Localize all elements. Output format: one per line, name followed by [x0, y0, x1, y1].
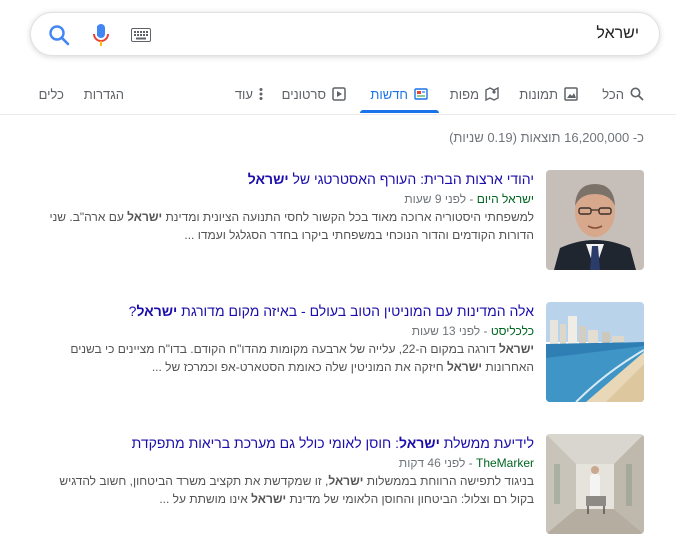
tab-maps[interactable]: מפות: [450, 84, 499, 104]
result-title[interactable]: לידיעת ממשלת ישראל: חוסן לאומי כולל גם מ…: [44, 434, 534, 452]
active-tab-indicator: [360, 110, 439, 113]
keyboard-icon[interactable]: [129, 23, 153, 47]
news-result: אלה המדינות עם המוניטין הטוב בעולם - באי…: [44, 302, 644, 412]
tab-label: תמונות: [519, 86, 558, 102]
result-source: ישראל היום - לפני 9 שעות: [404, 192, 534, 206]
result-thumbnail-hospital[interactable]: [546, 434, 644, 534]
tab-tools[interactable]: כלים: [39, 84, 64, 104]
tab-label: חדשות: [370, 86, 408, 102]
result-title[interactable]: יהודי ארצות הברית: העורף האסטרטגי של ישר…: [44, 170, 534, 188]
search-icon: [630, 87, 644, 101]
search-box[interactable]: ישראל: [30, 12, 660, 56]
result-source: TheMarker - לפני 46 דקות: [398, 456, 534, 470]
search-icon[interactable]: [47, 23, 71, 47]
tab-videos[interactable]: סרטונים: [282, 84, 346, 104]
tab-more[interactable]: עוד: [235, 84, 263, 104]
search-input[interactable]: ישראל: [596, 25, 639, 43]
tab-label: הגדרות: [83, 86, 124, 102]
tab-label: סרטונים: [281, 86, 326, 102]
image-icon: [564, 87, 578, 101]
tab-images[interactable]: תמונות: [519, 84, 578, 104]
tab-settings[interactable]: הגדרות: [84, 84, 124, 104]
news-result: לידיעת ממשלת ישראל: חוסן לאומי כולל גם מ…: [44, 434, 644, 544]
microphone-icon[interactable]: [89, 23, 113, 47]
tab-label: מפות: [449, 86, 479, 102]
more-icon: [259, 88, 263, 100]
result-source: כלכליסט - לפני 13 שעות: [411, 324, 534, 338]
result-thumbnail-beach[interactable]: [546, 302, 644, 402]
result-snippet: למשפחתי היסטוריה ארוכה מאוד בכל הקשור לח…: [49, 210, 534, 242]
result-snippet: ישראל דורגה במקום ה-22, עלייה של ארבעה מ…: [70, 342, 534, 374]
play-icon: [332, 87, 346, 101]
tab-label: הכל: [602, 86, 624, 102]
result-snippet: בניגוד לתפישה הרווחת בממשלות ישראל, זו ש…: [59, 474, 534, 506]
tab-label: כלים: [38, 86, 64, 102]
result-thumbnail-portrait[interactable]: [546, 170, 644, 270]
tab-label: עוד: [234, 86, 253, 102]
map-icon: [485, 87, 499, 101]
news-result: יהודי ארצות הברית: העורף האסטרטגי של ישר…: [44, 170, 644, 280]
news-icon: [414, 88, 428, 100]
tab-all[interactable]: הכל: [602, 84, 644, 104]
tab-news[interactable]: חדשות: [370, 84, 428, 104]
result-title[interactable]: אלה המדינות עם המוניטין הטוב בעולם - באי…: [44, 302, 534, 320]
search-tabs: הכל תמונות מפות חדשות סרטונים עוד הגדרות…: [0, 74, 676, 115]
result-stats: כ- 16,200,000 תוצאות (0.19 שניות): [449, 130, 644, 145]
